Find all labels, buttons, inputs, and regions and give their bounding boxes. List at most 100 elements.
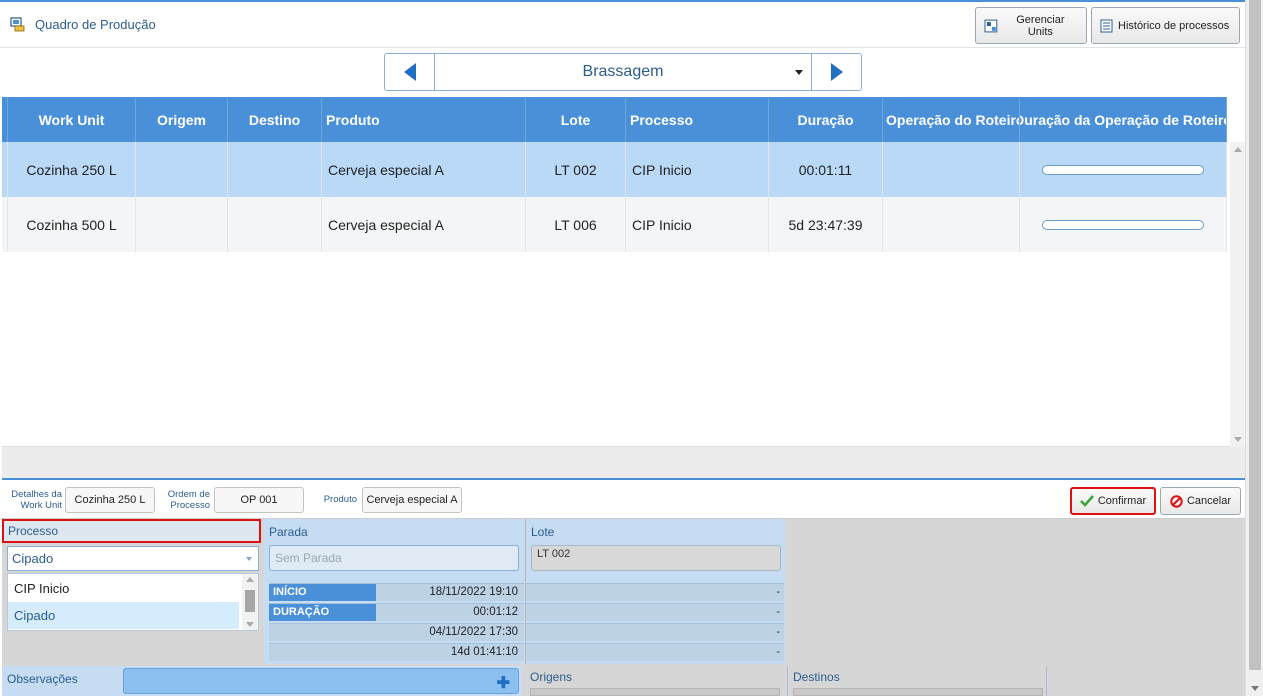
- table-header: Work Unit Origem Destino Produto Lote Pr…: [2, 97, 1227, 142]
- process-history-label: Histórico de processos: [1118, 19, 1230, 32]
- lote-row: -: [526, 643, 784, 661]
- cell-duracao: 5d 23:47:39: [769, 197, 883, 252]
- processo-option[interactable]: CIP Inicio: [8, 575, 239, 602]
- processo-options-list: CIP Inicio Cipado: [7, 573, 259, 631]
- lote-row-value: -: [776, 646, 780, 658]
- duracao-value: 00:01:12: [473, 606, 518, 618]
- cell-duracao: 00:01:11: [769, 142, 883, 197]
- column-header-work-unit[interactable]: Work Unit: [8, 97, 136, 142]
- scroll-down-icon[interactable]: [1251, 686, 1259, 691]
- inicio-label: INÍCIO: [269, 584, 376, 601]
- scroll-up-icon[interactable]: [1234, 147, 1242, 152]
- cancel-label: Cancelar: [1186, 495, 1232, 507]
- observacoes-input[interactable]: ✚: [123, 668, 519, 694]
- stage-selector: Brassagem: [384, 53, 862, 91]
- table-row[interactable]: Cozinha 250 L Cerveja especial A LT 002 …: [2, 142, 1227, 197]
- work-unit-detail-label: Detalhes da Work Unit: [11, 489, 62, 511]
- lote-row-value: -: [776, 626, 780, 638]
- duracao-row: DURAÇÃO 00:01:12: [269, 603, 524, 621]
- chevron-down-icon: [795, 70, 803, 75]
- cell-work-unit: Cozinha 500 L: [8, 197, 136, 252]
- timeline-row: 14d 01:41:10: [269, 643, 524, 661]
- ordem-processo-value: OP 001: [214, 487, 304, 513]
- page-title: Quadro de Produção: [35, 17, 156, 32]
- manage-units-button[interactable]: Gerenciar Units: [975, 7, 1087, 44]
- origens-label: Origens: [530, 670, 573, 684]
- confirm-label: Confirmar: [1097, 495, 1147, 507]
- cell-origem: [136, 142, 228, 197]
- stage-dropdown[interactable]: Brassagem: [435, 54, 811, 90]
- scroll-thumb[interactable]: [245, 590, 255, 612]
- origens-panel: Origens: [525, 666, 785, 696]
- produto-detail-value: Cerveja especial A: [362, 487, 462, 513]
- work-unit-detail-value: Cozinha 250 L: [65, 487, 155, 513]
- scroll-down-icon[interactable]: [1234, 437, 1242, 442]
- ordem-processo-label: Ordem de Processo: [167, 489, 210, 511]
- lote-row-value: -: [776, 586, 780, 598]
- confirm-button[interactable]: Confirmar: [1070, 487, 1156, 515]
- check-icon: [1079, 495, 1094, 507]
- lote-row: -: [526, 603, 784, 621]
- top-header: Quadro de Produção Gerenciar Units Histó…: [0, 0, 1245, 48]
- next-stage-button[interactable]: [811, 54, 861, 90]
- processo-select[interactable]: Cipado: [7, 546, 259, 571]
- cell-processo: CIP Inicio: [626, 142, 769, 197]
- options-scrollbar[interactable]: [242, 574, 258, 630]
- units-icon: [984, 19, 998, 32]
- column-header-duracao[interactable]: Duração: [769, 97, 883, 142]
- inicio-value: 18/11/2022 19:10: [429, 586, 518, 598]
- lote-row: -: [526, 583, 784, 601]
- process-form: Processo Cipado CIP Inicio Cipado Parada…: [2, 519, 1245, 696]
- production-board-icon: [10, 17, 25, 32]
- production-table: Work Unit Origem Destino Produto Lote Pr…: [2, 97, 1245, 447]
- cancel-button[interactable]: Cancelar: [1160, 487, 1241, 515]
- lote-input: LT 002: [531, 545, 781, 571]
- arrow-left-icon: [403, 63, 416, 81]
- column-header-produto[interactable]: Produto: [322, 97, 526, 142]
- column-header-origem[interactable]: Origem: [136, 97, 228, 142]
- cell-origem: [136, 197, 228, 252]
- cell-work-unit: Cozinha 250 L: [8, 142, 136, 197]
- parada-input[interactable]: Sem Parada: [269, 545, 519, 571]
- column-header-lote[interactable]: Lote: [526, 97, 626, 142]
- observacoes-label: Observações: [7, 672, 78, 686]
- page-scroll-thumb[interactable]: [1249, 0, 1261, 670]
- column-header-operacao[interactable]: Operação do Roteiro: [883, 97, 1020, 142]
- process-history-button[interactable]: Histórico de processos: [1091, 7, 1240, 44]
- produto-detail-label: Produto: [323, 494, 357, 505]
- processo-label: Processo: [2, 519, 261, 543]
- table-scrollbar[interactable]: [1230, 142, 1245, 447]
- cell-operacao: [883, 142, 1020, 197]
- cell-produto: Cerveja especial A: [322, 142, 526, 197]
- column-header-processo[interactable]: Processo: [626, 97, 769, 142]
- cell-duracao-operacao: [1020, 142, 1227, 197]
- scroll-down-icon[interactable]: [246, 622, 254, 627]
- column-header-destino[interactable]: Destino: [228, 97, 322, 142]
- timeline-value: 04/11/2022 17:30: [429, 626, 518, 638]
- cell-operacao: [883, 197, 1020, 252]
- destinos-field[interactable]: [793, 688, 1043, 696]
- cell-destino: [228, 197, 322, 252]
- arrow-right-icon: [830, 63, 843, 81]
- processo-option[interactable]: Cipado: [8, 602, 239, 629]
- page-scrollbar[interactable]: [1245, 0, 1263, 696]
- observacoes-row: Observações ✚: [2, 666, 522, 696]
- scroll-up-icon[interactable]: [246, 577, 254, 582]
- operation-progress-bar: [1042, 164, 1204, 175]
- operation-progress-bar: [1042, 219, 1204, 230]
- processo-selected-value: Cipado: [12, 551, 54, 566]
- column-header-duracao-operacao[interactable]: Duração da Operação de Roteiro: [1020, 97, 1227, 142]
- table-row[interactable]: Cozinha 500 L Cerveja especial A LT 006 …: [2, 197, 1227, 252]
- lote-row-value: -: [776, 606, 780, 618]
- duracao-label: DURAÇÃO: [269, 604, 376, 621]
- parada-label: Parada: [269, 525, 308, 539]
- cell-lote: LT 006: [526, 197, 626, 252]
- inicio-row: INÍCIO 18/11/2022 19:10: [269, 583, 524, 601]
- origens-field[interactable]: [530, 688, 780, 696]
- previous-stage-button[interactable]: [385, 54, 435, 90]
- plus-icon[interactable]: ✚: [497, 673, 510, 693]
- history-icon: [1100, 19, 1113, 32]
- processo-panel: Processo Cipado CIP Inicio Cipado: [2, 519, 262, 664]
- timeline-value: 14d 01:41:10: [450, 646, 518, 658]
- manage-units-label: Gerenciar Units: [1016, 13, 1065, 38]
